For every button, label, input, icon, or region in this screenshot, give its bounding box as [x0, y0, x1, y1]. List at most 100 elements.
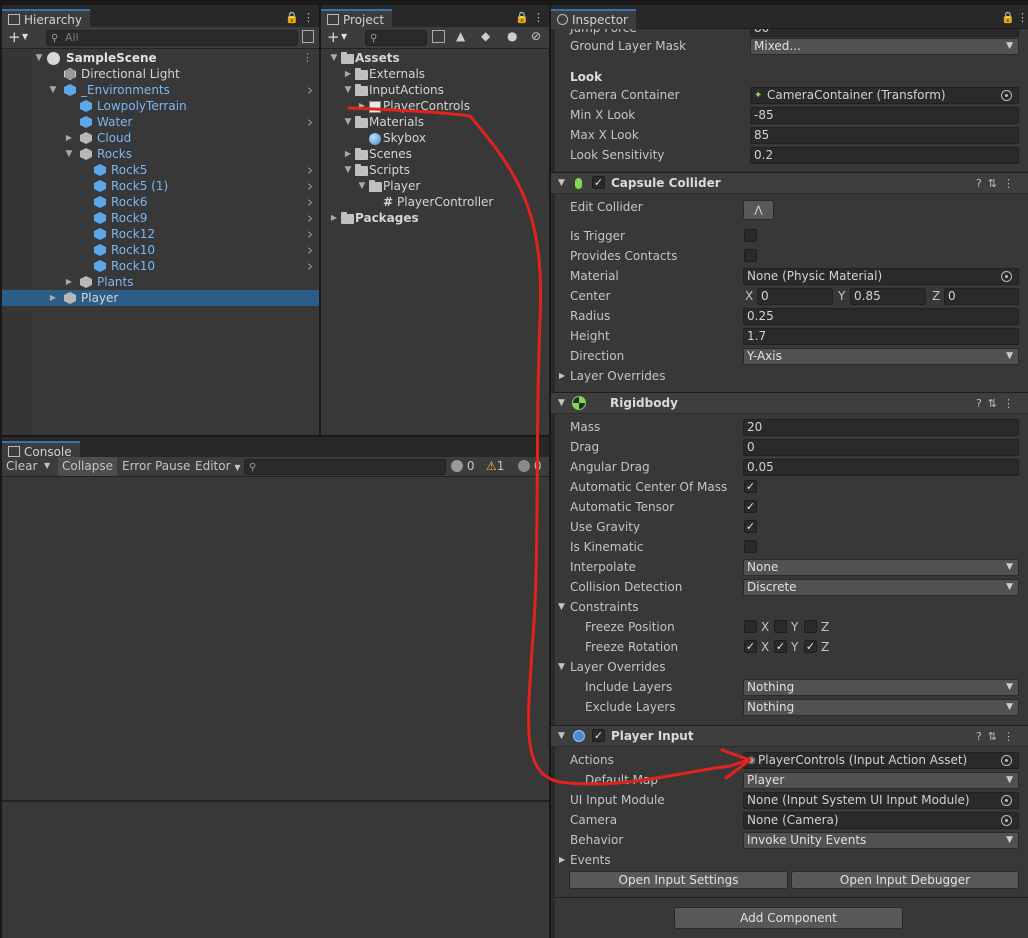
expand-arrow-icon[interactable]: ▼	[343, 82, 353, 98]
project-item[interactable]: ▶ Packages	[321, 210, 549, 226]
tab-inspector[interactable]: Inspector	[551, 9, 636, 29]
provides-contacts-checkbox[interactable]	[744, 249, 757, 262]
hierarchy-row[interactable]: Rock5 ›	[2, 162, 319, 178]
search-by-type-icon[interactable]	[432, 30, 445, 43]
open-prefab-chevron-icon[interactable]: ›	[307, 178, 313, 194]
expand-arrow-icon[interactable]: ▼	[357, 178, 367, 194]
component-header-icons[interactable]: ?⇅⋮	[976, 173, 1020, 194]
info-count-toggle[interactable]: 0	[451, 459, 474, 473]
console-log-area[interactable]	[2, 477, 549, 800]
camera-container-field[interactable]: ✦ CameraContainer (Transform)	[750, 87, 1019, 104]
editor-dropdown[interactable]: Editor ▼	[195, 459, 241, 473]
hierarchy-row[interactable]: Directional Light	[2, 66, 319, 82]
filter-type-icon[interactable]: ▲	[456, 29, 465, 43]
expand-arrow-icon[interactable]: ▼	[343, 162, 353, 178]
project-item[interactable]: ▶ Scenes	[321, 146, 549, 162]
create-plus-icon[interactable]: +	[327, 28, 340, 46]
capsule-enabled-checkbox[interactable]: ✓	[592, 176, 605, 189]
drag-field[interactable]: 0	[743, 439, 1019, 456]
collision-detection-dropdown[interactable]: Discrete ▼	[743, 579, 1019, 596]
ui-input-module-field[interactable]: None (Input System UI Input Module)	[743, 792, 1019, 809]
collapse-arrow-icon[interactable]: ▶	[64, 274, 74, 290]
project-item[interactable]: ▼ Scripts	[321, 162, 549, 178]
object-picker-icon[interactable]	[1001, 90, 1012, 101]
hierarchy-row[interactable]: Rock6 ›	[2, 194, 319, 210]
open-prefab-chevron-icon[interactable]: ›	[307, 114, 313, 130]
mass-field[interactable]: 20	[743, 419, 1019, 436]
expand-arrow-icon[interactable]: ▼	[64, 146, 74, 162]
auto-tensor-checkbox[interactable]: ✓	[744, 500, 757, 513]
tab-hierarchy[interactable]: Hierarchy	[2, 9, 91, 29]
collapse-arrow-icon[interactable]: ▶	[64, 130, 74, 146]
error-pause-button[interactable]: Error Pause	[122, 459, 190, 473]
expand-arrow-icon[interactable]: ▼	[34, 50, 44, 66]
freeze-pos-z-checkbox[interactable]	[804, 620, 817, 633]
project-item[interactable]: ▶ Externals	[321, 66, 549, 82]
events-foldout[interactable]: ▶ Events	[551, 850, 1028, 870]
foldout-arrow-icon[interactable]: ▼	[558, 173, 565, 194]
angular-drag-field[interactable]: 0.05	[743, 459, 1019, 476]
foldout-arrow-icon[interactable]: ▼	[558, 393, 565, 414]
project-item[interactable]: # PlayerController	[321, 194, 549, 210]
label-tag-icon[interactable]: ◆	[481, 29, 490, 43]
collapse-arrow-icon[interactable]: ▶	[343, 66, 353, 82]
hierarchy-row[interactable]: Water ›	[2, 114, 319, 130]
behavior-dropdown[interactable]: Invoke Unity Events ▼	[743, 832, 1019, 849]
radius-field[interactable]: 0.25	[743, 308, 1019, 325]
lock-icon[interactable]: 🔒	[1001, 11, 1015, 24]
expand-arrow-icon[interactable]: ▼	[329, 50, 339, 66]
capsule-collider-header[interactable]: ▼ ✓ Capsule Collider ?⇅⋮	[551, 172, 1028, 194]
project-item[interactable]: ▶ PlayerControls	[321, 98, 549, 114]
freeze-pos-x-checkbox[interactable]	[744, 620, 757, 633]
collapse-arrow-icon[interactable]: ▶	[343, 146, 353, 162]
console-search-input[interactable]: ⚲	[244, 459, 446, 475]
lock-icon[interactable]: 🔒	[285, 11, 299, 24]
hierarchy-row[interactable]: ▶ Cloud	[2, 130, 319, 146]
hierarchy-row[interactable]: ▶ Player	[2, 290, 319, 306]
open-prefab-chevron-icon[interactable]: ›	[307, 194, 313, 210]
constraints-foldout[interactable]: ▼ Constraints	[551, 597, 1028, 617]
freeze-rot-z-checkbox[interactable]: ✓	[804, 640, 817, 653]
open-prefab-chevron-icon[interactable]: ›	[307, 210, 313, 226]
project-search-input[interactable]: ⚲	[365, 30, 427, 46]
open-prefab-chevron-icon[interactable]: ›	[307, 82, 313, 98]
center-z-field[interactable]: 0	[944, 288, 1019, 305]
edit-collider-button[interactable]: ⋀	[743, 200, 774, 220]
rigidbody-layer-overrides-foldout[interactable]: ▼ Layer Overrides	[551, 657, 1028, 677]
hierarchy-row[interactable]: ▼ _Environments ›	[2, 82, 319, 98]
add-component-button[interactable]: Add Component	[674, 907, 903, 929]
warning-count-toggle[interactable]: ⚠1	[486, 459, 504, 473]
open-prefab-chevron-icon[interactable]: ›	[307, 258, 313, 274]
actions-field[interactable]: ◉ PlayerControls (Input Action Asset)	[743, 752, 1019, 769]
hierarchy-row[interactable]: LowpolyTerrain	[2, 98, 319, 114]
hierarchy-row[interactable]: ▼ Rocks	[2, 146, 319, 162]
freeze-rot-x-checkbox[interactable]: ✓	[744, 640, 757, 653]
direction-dropdown[interactable]: Y-Axis ▼	[743, 348, 1019, 365]
include-layers-dropdown[interactable]: Nothing ▼	[743, 679, 1019, 696]
lock-icon[interactable]: 🔒	[515, 11, 529, 24]
rigidbody-header[interactable]: ▼ Rigidbody ?⇅⋮	[551, 392, 1028, 414]
open-prefab-chevron-icon[interactable]: ›	[307, 242, 313, 258]
camera-field[interactable]: None (Camera)	[743, 812, 1019, 829]
object-picker-icon[interactable]	[1001, 271, 1012, 282]
hierarchy-row[interactable]: Rock5 (1) ›	[2, 178, 319, 194]
project-item[interactable]: ▼ InputActions	[321, 82, 549, 98]
open-prefab-chevron-icon[interactable]: ›	[307, 162, 313, 178]
clear-dropdown-icon[interactable]: ▼	[44, 461, 50, 470]
object-picker-icon[interactable]	[1001, 815, 1012, 826]
look-sensitivity-field[interactable]: 0.2	[750, 147, 1019, 164]
tab-project[interactable]: Project	[321, 9, 393, 29]
player-input-header[interactable]: ▼ ✓ Player Input ?⇅⋮	[551, 725, 1028, 747]
create-dropdown-icon[interactable]: ▼	[341, 32, 347, 41]
hidden-packages-icon[interactable]: ⊘	[531, 29, 541, 43]
center-x-field[interactable]: 0	[757, 288, 833, 305]
capsule-layer-overrides-foldout[interactable]: ▶ Layer Overrides	[551, 366, 1028, 386]
collapse-arrow-icon[interactable]: ▶	[48, 290, 58, 306]
scene-menu-icon[interactable]: ⋮	[302, 50, 313, 66]
hierarchy-row[interactable]: ▶ Plants	[2, 274, 319, 290]
scene-row[interactable]: ▼ SampleScene ⋮	[2, 50, 319, 66]
project-item[interactable]: ▼ Materials	[321, 114, 549, 130]
default-map-dropdown[interactable]: Player ▼	[743, 772, 1019, 789]
create-dropdown-icon[interactable]: ▼	[22, 32, 28, 41]
info-icon[interactable]: ●	[507, 29, 517, 43]
